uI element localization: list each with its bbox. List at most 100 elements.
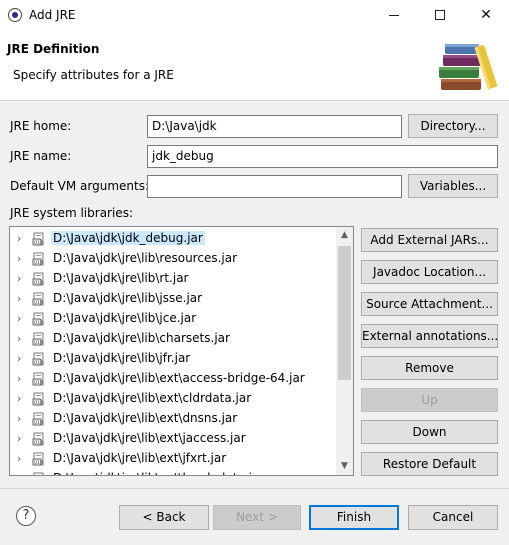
jar-file-icon: 010	[32, 292, 44, 306]
library-row[interactable]: › 010 D:\Java\jdk\jre\lib\ext\jaccess.jar	[10, 429, 336, 449]
library-path: D:\Java\jdk\jre\lib\ext\localedata.jar	[51, 471, 266, 475]
header-title: JRE Definition	[7, 42, 100, 56]
jar-file-icon: 010	[32, 272, 44, 286]
title-bar: Add JRE ✕	[0, 0, 509, 31]
expand-chevron-icon[interactable]: ›	[17, 472, 21, 475]
variables-button[interactable]: Variables...	[408, 174, 498, 198]
library-path: D:\Java\jdk\jre\lib\ext\jaccess.jar	[53, 431, 246, 445]
external-annotations-button[interactable]: External annotations...	[361, 324, 498, 348]
library-path: D:\Java\jdk\jre\lib\jce.jar	[53, 311, 197, 325]
library-row[interactable]: › 010 D:\Java\jdk\jre\lib\jce.jar	[10, 309, 336, 329]
expand-chevron-icon[interactable]: ›	[17, 392, 21, 405]
maximize-icon	[435, 10, 445, 20]
expand-chevron-icon[interactable]: ›	[17, 332, 21, 345]
minimize-icon	[389, 14, 399, 16]
library-row[interactable]: › 010 D:\Java\jdk\jre\lib\resources.jar	[10, 249, 336, 269]
library-path: D:\Java\jdk\jre\lib\charsets.jar	[53, 331, 230, 345]
footer-separator	[0, 488, 509, 489]
library-path: D:\Java\jdk\jre\lib\resources.jar	[53, 251, 238, 265]
minimize-button[interactable]	[371, 0, 417, 31]
jre-name-label: JRE name:	[10, 149, 72, 163]
library-row[interactable]: › 010 D:\Java\jdk\jre\lib\ext\dnsns.jar	[10, 409, 336, 429]
expand-chevron-icon[interactable]: ›	[17, 232, 21, 245]
svg-text:010: 010	[34, 340, 43, 346]
svg-text:010: 010	[34, 280, 43, 286]
libraries-tree[interactable]: › 010 D:\Java\jdk\jre\lib\ext\localedata.j…	[9, 226, 354, 476]
jre-home-input[interactable]: D:\Java\jdk	[147, 115, 402, 138]
library-row[interactable]: › 010 D:\Java\jdk\jre\lib\rt.jar	[10, 269, 336, 289]
svg-text:010: 010	[34, 240, 43, 246]
directory-button[interactable]: Directory...	[408, 114, 498, 138]
library-row[interactable]: › 010 D:\Java\jdk\jre\lib\ext\localedata.j…	[10, 469, 336, 475]
tree-scrollbar[interactable]: ▲ ▼	[336, 227, 353, 475]
restore-default-button[interactable]: Restore Default	[361, 452, 498, 476]
library-path: D:\Java\jdk\jre\lib\ext\dnsns.jar	[53, 411, 238, 425]
library-row[interactable]: › 010 D:\Java\jdk\jre\lib\ext\jfxrt.jar	[10, 449, 336, 469]
header-subtitle: Specify attributes for a JRE	[13, 68, 174, 82]
expand-chevron-icon[interactable]: ›	[17, 252, 21, 265]
eclipse-app-icon	[8, 8, 22, 22]
svg-text:010: 010	[34, 400, 43, 406]
expand-chevron-icon[interactable]: ›	[17, 372, 21, 385]
expand-chevron-icon[interactable]: ›	[17, 412, 21, 425]
jar-file-icon: 010	[32, 232, 44, 246]
finish-button[interactable]: Finish	[309, 505, 399, 530]
library-row[interactable]: › 010 D:\Java\jdk\jre\lib\charsets.jar	[10, 329, 336, 349]
library-row[interactable]: › 010 D:\Java\jdk\jre\lib\ext\cldrdata.jar	[10, 389, 336, 409]
close-button[interactable]: ✕	[463, 0, 509, 31]
expand-chevron-icon[interactable]: ›	[17, 312, 21, 325]
up-button[interactable]: Up	[361, 388, 498, 412]
jar-file-icon: 010	[32, 252, 44, 266]
jre-home-label: JRE home:	[10, 119, 72, 133]
expand-chevron-icon[interactable]: ›	[17, 292, 21, 305]
expand-chevron-icon[interactable]: ›	[17, 352, 21, 365]
remove-button[interactable]: Remove	[361, 356, 498, 380]
svg-text:010: 010	[34, 320, 43, 326]
window-title: Add JRE	[29, 8, 76, 22]
scroll-thumb[interactable]	[338, 246, 351, 380]
library-path: D:\Java\jdk\jre\lib\ext\access-bridge-64…	[53, 371, 305, 385]
jar-file-icon: 010	[32, 352, 44, 366]
library-path: D:\Java\jdk\jre\lib\ext\cldrdata.jar	[53, 391, 252, 405]
down-button[interactable]: Down	[361, 420, 498, 444]
library-row[interactable]: › 010 D:\Java\jdk\jre\lib\jsse.jar	[10, 289, 336, 309]
library-path: D:\Java\jdk\jre\lib\rt.jar	[53, 271, 189, 285]
library-row[interactable]: › 010 D:\Java\jdk\jre\lib\jfr.jar	[10, 349, 336, 369]
library-path: D:\Java\jdk\jre\lib\ext\jfxrt.jar	[53, 451, 227, 465]
next-button[interactable]: Next >	[213, 505, 301, 530]
library-row[interactable]: › 010 D:\Java\jdk\jdk_debug.jar	[10, 229, 336, 249]
jar-file-icon: 010	[32, 372, 44, 386]
expand-chevron-icon[interactable]: ›	[17, 272, 21, 285]
cancel-button[interactable]: Cancel	[408, 505, 498, 530]
svg-text:010: 010	[34, 260, 43, 266]
library-books-icon	[439, 44, 497, 90]
jar-file-icon: 010	[32, 412, 44, 426]
jar-file-icon: 010	[32, 392, 44, 406]
jar-file-icon: 010	[32, 332, 44, 346]
source-attachment-button[interactable]: Source Attachment...	[361, 292, 498, 316]
svg-text:010: 010	[34, 440, 43, 446]
svg-text:010: 010	[34, 460, 43, 466]
library-path: D:\Java\jdk\jre\lib\jsse.jar	[53, 291, 203, 305]
add-external-jars-button[interactable]: Add External JARs...	[361, 228, 498, 252]
svg-text:010: 010	[34, 380, 43, 386]
jar-file-icon: 010	[32, 432, 44, 446]
library-path: D:\Java\jdk\jre\lib\jfr.jar	[53, 351, 191, 365]
dialog-header: JRE Definition Specify attributes for a …	[0, 31, 509, 101]
maximize-button[interactable]	[417, 0, 463, 31]
help-icon[interactable]: ?	[16, 506, 36, 526]
jar-file-icon: 010	[33, 472, 44, 475]
vm-args-input[interactable]	[147, 175, 402, 198]
svg-text:010: 010	[34, 420, 43, 426]
jar-file-icon: 010	[32, 452, 44, 466]
scroll-up-icon[interactable]: ▲	[336, 227, 353, 244]
expand-chevron-icon[interactable]: ›	[17, 452, 21, 465]
close-icon: ✕	[480, 7, 492, 23]
svg-text:010: 010	[34, 300, 43, 306]
javadoc-location-button[interactable]: Javadoc Location...	[361, 260, 498, 284]
library-row[interactable]: › 010 D:\Java\jdk\jre\lib\ext\access-bridg…	[10, 369, 336, 389]
back-button[interactable]: < Back	[119, 505, 209, 530]
jre-name-input[interactable]: jdk_debug	[147, 145, 498, 168]
expand-chevron-icon[interactable]: ›	[17, 432, 21, 445]
scroll-down-icon[interactable]: ▼	[336, 458, 353, 475]
